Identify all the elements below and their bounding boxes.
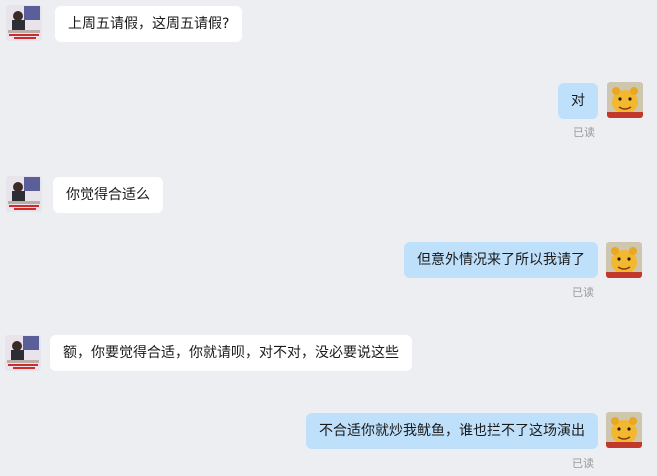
- my-avatar-icon[interactable]: [607, 82, 643, 118]
- message-bubble-outgoing[interactable]: 但意外情况来了所以我请了: [404, 242, 598, 278]
- message-text: 对: [571, 93, 585, 109]
- read-status: 已读: [572, 286, 594, 299]
- my-avatar-icon[interactable]: [606, 412, 642, 448]
- message-bubble-outgoing[interactable]: 不合适你就炒我鱿鱼，谁也拦不了这场演出: [306, 413, 598, 449]
- read-status: 已读: [573, 126, 595, 139]
- boss-avatar-icon[interactable]: [5, 335, 41, 371]
- message-bubble-incoming[interactable]: 额，你要觉得合适，你就请呗，对不对，没必要说这些: [50, 335, 412, 371]
- boss-avatar-icon[interactable]: [6, 5, 42, 41]
- message-bubble-incoming[interactable]: 你觉得合适么: [53, 177, 163, 213]
- message-text: 你觉得合适么: [66, 187, 150, 203]
- message-text: 但意外情况来了所以我请了: [417, 252, 585, 268]
- read-status: 已读: [572, 457, 594, 470]
- my-avatar-icon[interactable]: [606, 242, 642, 278]
- boss-avatar-icon[interactable]: [6, 176, 42, 212]
- message-bubble-incoming[interactable]: 上周五请假，这周五请假?: [55, 6, 243, 42]
- message-text: 额，你要觉得合适，你就请呗，对不对，没必要说这些: [63, 345, 399, 361]
- message-text: 不合适你就炒我鱿鱼，谁也拦不了这场演出: [319, 423, 585, 439]
- message-bubble-outgoing[interactable]: 对: [558, 83, 598, 119]
- message-text: 上周五请假，这周五请假?: [68, 16, 230, 32]
